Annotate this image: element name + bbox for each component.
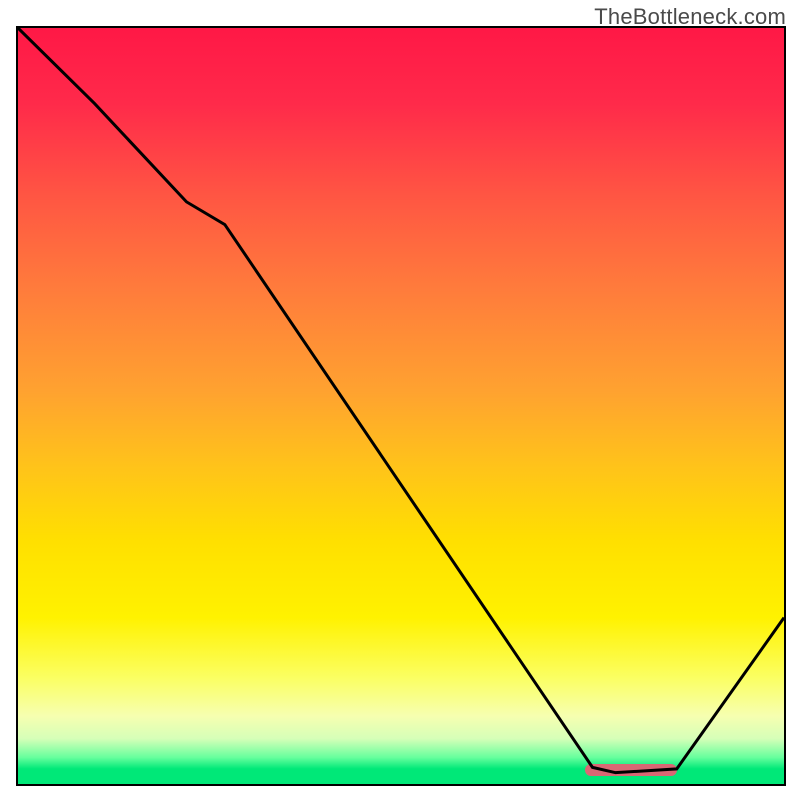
watermark-text: TheBottleneck.com — [594, 4, 786, 30]
bottleneck-curve — [18, 28, 784, 784]
chart-frame — [16, 26, 786, 786]
curve-path — [18, 28, 784, 773]
